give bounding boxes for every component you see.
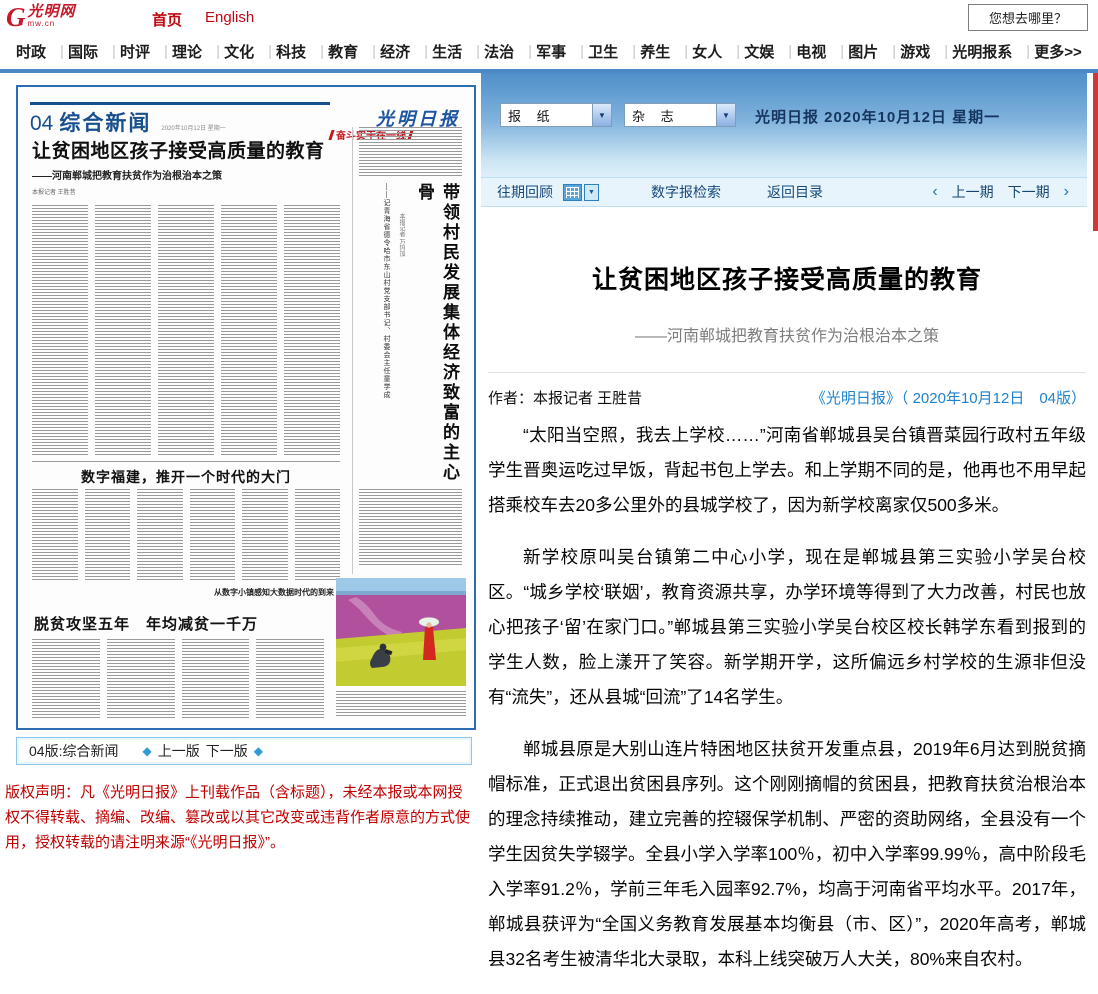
- nav-item[interactable]: 图片: [848, 41, 896, 62]
- calendar-dropdown-icon[interactable]: ▼: [584, 184, 599, 201]
- nav-item[interactable]: 游戏: [900, 41, 948, 62]
- nav-item[interactable]: 军事: [536, 41, 584, 62]
- paper-select-value: 报 纸: [501, 106, 592, 125]
- photo-caption-text: [336, 691, 466, 717]
- issue-nav: ‹ 上一期 下一期 ›: [932, 182, 1069, 202]
- page-number: 04: [30, 112, 53, 136]
- nav-item[interactable]: 国际: [68, 41, 116, 62]
- tab-archive[interactable]: 往期回顾: [497, 182, 553, 202]
- nav-item[interactable]: 更多>>: [1034, 41, 1082, 62]
- right-edge-strip: [1093, 73, 1098, 231]
- vertical-subhead: ——记青海省德令哈市东山村党支部书记、村委会主任童学成: [381, 183, 391, 473]
- paper-select[interactable]: 报 纸 ▼: [500, 103, 612, 127]
- page-pager: 04版:综合新闻 ◆ 上一版 下一版 ◆: [16, 737, 472, 765]
- nav-item[interactable]: 时政: [16, 41, 64, 62]
- flower-field-photo: [336, 578, 466, 686]
- article-source-link[interactable]: 《光明日报》（ 2020年10月12日 04版）: [811, 387, 1086, 408]
- article-body: “太阳当空照，我去上学校……”河南省郸城县吴台镇晋菜园行政村五年级学生晋奥运吃过…: [488, 418, 1086, 977]
- top-bar: G 光明网 mw.cn 首页 English 您想去哪里？: [0, 0, 1098, 35]
- article-paragraph: “太阳当空照，我去上学校……”河南省郸城县吴台镇晋菜园行政村五年级学生晋奥运吃过…: [488, 418, 1086, 523]
- lead-article-text: [32, 205, 340, 455]
- nav-item[interactable]: 生活: [432, 41, 480, 62]
- nav-item[interactable]: 电视: [796, 41, 844, 62]
- next-page-link[interactable]: 下一版: [206, 741, 248, 761]
- reader-toolbar: 往期回顾 ▼ 数字报检索 返回目录 ‹ 上一期 下一期 ›: [481, 177, 1087, 207]
- photo-illustration: [336, 578, 466, 686]
- lead-headline: 让贫困地区孩子接受高质量的教育: [32, 141, 340, 163]
- nav-item[interactable]: 理论: [172, 41, 220, 62]
- nav-item[interactable]: 法治: [484, 41, 532, 62]
- issue-date: 光明日报 2020年10月12日 星期一: [755, 106, 1000, 127]
- nav-item[interactable]: 女人: [692, 41, 740, 62]
- english-link[interactable]: English: [205, 9, 254, 26]
- tab-back-to-contents[interactable]: 返回目录: [767, 182, 823, 202]
- third-headline: 脱贫攻坚五年 年均减贫一千万: [34, 613, 324, 634]
- next-diamond-icon: ◆: [254, 744, 263, 758]
- tag-bar-icon: [328, 130, 334, 140]
- section-rule: [32, 461, 340, 462]
- gmw-logo-g: G: [6, 2, 26, 32]
- article-author: 作者：本报记者 王胜昔: [488, 387, 642, 408]
- calendar-icon[interactable]: [563, 184, 582, 201]
- nav-item[interactable]: 科技: [276, 41, 324, 62]
- where-to-go-box[interactable]: 您想去哪里？: [968, 4, 1088, 31]
- next-issue-link[interactable]: 下一期: [1008, 182, 1050, 202]
- prev-issue-link[interactable]: 上一期: [952, 182, 994, 202]
- copyright-notice: 版权声明：凡《光明日报》上刊载作品（含标题），未经本报或本网授权不得转载、摘编、…: [5, 780, 471, 855]
- article-meta: 作者：本报记者 王胜昔 《光明日报》（ 2020年10月12日 04版）: [488, 372, 1086, 408]
- prev-issue-arrow-icon[interactable]: ‹: [932, 183, 937, 201]
- nav-item[interactable]: 卫生: [588, 41, 636, 62]
- second-article-text: [32, 489, 340, 582]
- magazine-select-value: 杂 志: [625, 106, 716, 125]
- dropdown-arrow-icon[interactable]: ▼: [716, 104, 735, 126]
- masthead-rule: [30, 102, 330, 105]
- reader-header: 报 纸 ▼ 杂 志 ▼ 光明日报 2020年10月12日 星期一: [481, 73, 1087, 177]
- vertical-headline: 带领村民发展集体经济致富的主心骨: [412, 183, 462, 483]
- gmw-logo-name: 光明网: [28, 4, 76, 19]
- right-column: ——记青海省德令哈市东山村党支部书记、村委会主任童学成 本报记者 万玛加 带领村…: [352, 127, 462, 574]
- lead-byline: 本报记者 王胜昔: [32, 187, 340, 196]
- second-headline: 数字福建，推开一个时代的大门: [32, 467, 340, 487]
- calendar-picker[interactable]: ▼: [563, 184, 599, 201]
- dropdown-arrow-icon[interactable]: ▼: [592, 104, 611, 126]
- prev-page-link[interactable]: 上一版: [158, 741, 200, 761]
- lead-article-head: 让贫困地区孩子接受高质量的教育 ——河南郸城把教育扶贫作为治根治本之策 本报记者…: [32, 141, 340, 196]
- section-name: 综合新闻: [59, 107, 151, 137]
- tab-digital-search[interactable]: 数字报检索: [651, 182, 721, 202]
- main-nav: 时政国际时评理论文化科技教育经济生活法治军事卫生养生女人文娱电视图片游戏光明报系…: [0, 34, 1098, 69]
- next-issue-arrow-icon[interactable]: ›: [1064, 183, 1069, 201]
- nav-item[interactable]: 教育: [328, 41, 376, 62]
- home-link[interactable]: 首页: [152, 9, 182, 30]
- newspaper-page: 04 综合新闻 2020年10月12日 星期一 光明日报 奋斗实干在一线 让贫困…: [18, 87, 474, 728]
- nav-item[interactable]: 时评: [120, 41, 168, 62]
- nav-item[interactable]: 经济: [380, 41, 428, 62]
- magazine-select[interactable]: 杂 志 ▼: [624, 103, 736, 127]
- nav-item[interactable]: 养生: [640, 41, 688, 62]
- article-subtitle: ——河南郸城把教育扶贫作为治根治本之策: [488, 322, 1086, 346]
- article-paragraph: 新学校原叫吴台镇第二中心小学，现在是郸城县第三实验小学吴台校区。“城乡学校‘联姻…: [488, 540, 1086, 715]
- vertical-byline: 本报记者 万玛加: [397, 213, 406, 393]
- newspaper-page-preview[interactable]: 04 综合新闻 2020年10月12日 星期一 光明日报 奋斗实干在一线 让贫困…: [16, 85, 476, 730]
- nav-item[interactable]: 文化: [224, 41, 272, 62]
- article-title: 让贫困地区孩子接受高质量的教育: [488, 260, 1086, 296]
- lead-subhead: ——河南郸城把教育扶贫作为治根治本之策: [32, 167, 340, 182]
- article: 让贫困地区孩子接受高质量的教育 ——河南郸城把教育扶贫作为治根治本之策 作者：本…: [488, 240, 1086, 994]
- prev-diamond-icon: ◆: [142, 744, 151, 758]
- nav-item[interactable]: 文娱: [744, 41, 792, 62]
- third-article-text: [32, 639, 324, 719]
- pager-label: 04版:综合新闻: [29, 741, 118, 761]
- gmw-logo-sub: mw.cn: [28, 19, 76, 28]
- gmw-logo[interactable]: G 光明网 mw.cn: [6, 2, 76, 32]
- digital-town-subhead: 从数字小镇感知大数据时代的到来: [208, 587, 340, 598]
- nav-item[interactable]: 光明报系: [952, 41, 1030, 62]
- page-date: 2020年10月12日 星期一: [161, 123, 225, 132]
